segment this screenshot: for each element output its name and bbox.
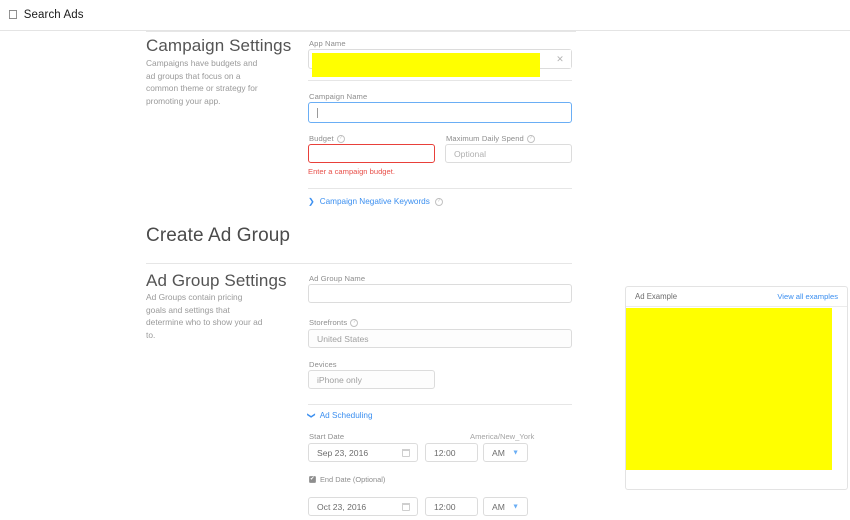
app-name-label-text: App Name (309, 39, 346, 48)
text-caret (317, 107, 318, 118)
chevron-right-icon: ❯ (308, 197, 315, 206)
calendar-icon[interactable] (402, 448, 410, 457)
storefronts-label-text: Storefronts (309, 318, 348, 327)
devices-value: iPhone only (317, 374, 362, 385)
start-date-value: Sep 23, 2016 (317, 447, 369, 458)
help-icon[interactable]: ? (350, 318, 359, 327)
timezone-label: America/New_York (470, 432, 535, 441)
ad-group-settings-title: Ad Group Settings (146, 271, 287, 290)
calendar-icon[interactable] (402, 502, 410, 511)
ad-scheduling-toggle[interactable]: ❯ Ad Scheduling (306, 411, 373, 420)
start-time-input[interactable]: 12:00 (425, 443, 478, 462)
end-date-value: Oct 23, 2016 (317, 501, 367, 512)
help-icon[interactable]: ? (526, 134, 535, 143)
brand-name: Search Ads (14, 9, 84, 21)
max-daily-spend-label: Maximum Daily Spend ? (446, 134, 535, 143)
max-daily-spend-placeholder: Optional (454, 148, 487, 159)
end-time-value: 12:00 (434, 501, 456, 512)
ad-example-title: Ad Example (635, 292, 678, 301)
budget-label: Budget ? (309, 134, 345, 143)
ad-scheduling-label: Ad Scheduling (319, 411, 373, 420)
chevron-down-icon: ▼ (512, 449, 519, 456)
end-time-input[interactable]: 12:00 (425, 497, 478, 516)
campaign-name-label: Campaign Name (309, 92, 367, 101)
ad-group-name-label-text: Ad Group Name (309, 274, 366, 283)
header-divider (146, 31, 576, 32)
campaign-settings-title: Campaign Settings (146, 36, 292, 55)
campaign-negative-keywords-label: Campaign Negative Keywords (319, 197, 430, 206)
view-all-examples-link[interactable]: View all examples (777, 292, 838, 301)
start-date-input[interactable]: Sep 23, 2016 (308, 443, 418, 462)
ad-group-name-input[interactable] (308, 284, 572, 303)
help-icon[interactable]: ? (336, 134, 345, 143)
storefronts-value: United States (317, 333, 369, 344)
campaign-name-label-text: Campaign Name (309, 92, 368, 101)
end-date-checkbox-row[interactable]: End Date (Optional) (309, 475, 385, 484)
budget-error-message: Enter a campaign budget. (308, 167, 395, 176)
divider-ad-group (146, 263, 572, 264)
start-date-label-text: Start Date (309, 432, 345, 441)
campaign-negative-keywords-toggle[interactable]: ❯ Campaign Negative Keywords ? (308, 197, 443, 206)
storefronts-input[interactable]: United States (308, 329, 572, 348)
budget-label-text: Budget (309, 134, 334, 143)
app-root:  Search Ads Campaign Settings Campaigns… (0, 0, 850, 520)
app-name-input[interactable] (308, 49, 572, 77)
budget-input[interactable] (308, 144, 435, 163)
top-header-bar:  Search Ads (0, 0, 850, 31)
ad-group-name-label: Ad Group Name (309, 274, 365, 283)
apple-logo-icon:  (8, 8, 18, 21)
start-date-label: Start Date (309, 432, 344, 441)
ad-example-card: Ad Example View all examples (625, 286, 848, 490)
end-meridiem-value: AM (492, 501, 505, 512)
ad-group-settings-description: Ad Groups contain pricing goals and sett… (146, 292, 263, 340)
storefronts-label: Storefronts ? (309, 318, 359, 327)
page-content: Campaign Settings Campaigns have budgets… (0, 31, 850, 520)
brand[interactable]:  Search Ads (0, 8, 84, 22)
start-meridiem-select[interactable]: AM ▼ (483, 443, 528, 462)
create-ad-group-page-title: Create Ad Group (146, 225, 291, 246)
start-meridiem-value: AM (492, 447, 505, 458)
start-time-value: 12:00 (434, 447, 456, 458)
app-name-label: App Name (309, 39, 346, 48)
end-date-checkbox-label: End Date (Optional) (320, 475, 386, 484)
help-icon[interactable]: ? (434, 197, 443, 206)
chevron-down-icon: ❯ (306, 412, 316, 419)
divider-devices (308, 404, 572, 405)
app-name-clear-button[interactable]: ✕ (549, 50, 571, 68)
end-date-checkbox[interactable] (309, 476, 316, 483)
devices-label-text: Devices (309, 360, 337, 369)
chevron-down-icon: ▼ (512, 503, 519, 510)
divider-budget (308, 188, 572, 189)
max-daily-spend-label-text: Maximum Daily Spend (446, 134, 524, 143)
end-meridiem-select[interactable]: AM ▼ (483, 497, 528, 516)
ad-example-preview-redaction (626, 308, 832, 470)
campaign-settings-description: Campaigns have budgets and ad groups tha… (146, 58, 258, 106)
devices-label: Devices (309, 360, 337, 369)
max-daily-spend-input[interactable]: Optional (445, 144, 572, 163)
ad-example-card-header: Ad Example View all examples (626, 287, 847, 307)
devices-input[interactable]: iPhone only (308, 370, 435, 389)
end-date-input[interactable]: Oct 23, 2016 (308, 497, 418, 516)
divider-app-name (308, 80, 572, 81)
app-name-redaction (312, 53, 540, 77)
campaign-name-input[interactable] (308, 102, 572, 123)
